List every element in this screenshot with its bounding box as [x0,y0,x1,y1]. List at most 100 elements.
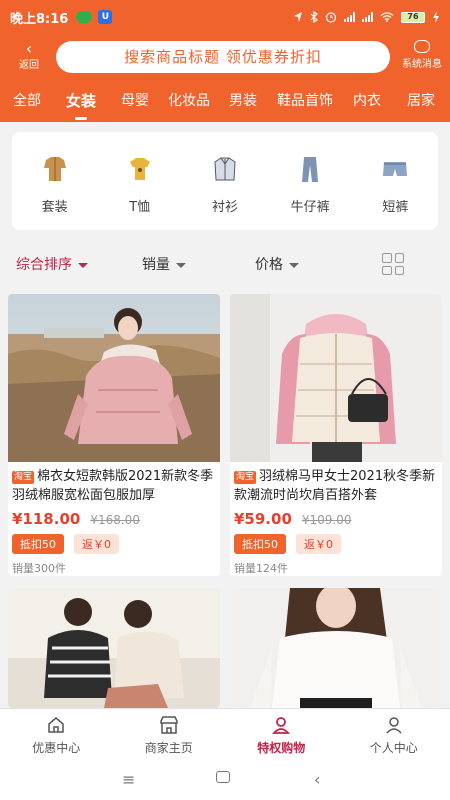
product-price: ¥59.00 [234,510,292,528]
back-button[interactable]: ‹ 返回 [14,39,44,72]
tab-shoes-jewelry[interactable]: 鞋品首饰 [270,90,340,122]
message-bubble-icon [414,40,430,53]
price-row: ¥59.00 ¥109.00 [230,508,442,528]
product-title-text: 棉衣女短款韩版2021新款冬季羽绒棉服宽松面包服加厚 [12,469,214,503]
tab-underwear[interactable]: 内衣 [340,90,394,122]
tab-home[interactable]: 居家 [394,90,448,122]
app-notification-icon: U [98,10,113,24]
product-image[interactable] [230,294,442,462]
subcategory-tshirt[interactable]: T恤 [105,154,175,230]
taobao-badge: 淘宝 [12,471,35,484]
subcategory-suit[interactable]: 套装 [20,154,90,230]
product-image[interactable] [8,294,220,462]
system-message-button[interactable]: 系统消息 [396,40,448,70]
subcategory-label: 衬衫 [211,200,238,215]
product-price: ¥118.00 [12,510,81,528]
alarm-icon [325,12,337,23]
product-photo-sweater [230,588,442,708]
tab-personal-center[interactable]: 个人中心 [338,709,450,762]
original-price: ¥168.00 [90,513,140,527]
shirt-icon [214,157,236,181]
product-photo-pajamas [8,588,220,708]
jeans-icon [302,157,319,182]
chevron-down-icon [78,262,88,268]
tab-cosmetics[interactable]: 化妆品 [162,90,216,122]
price-row: ¥118.00 ¥168.00 [8,508,220,528]
home-icon [48,717,64,733]
shorts-icon [383,162,408,176]
battery-icon: 76 [401,11,425,23]
tab-label: 优惠中心 [32,741,81,755]
tab-discount-center[interactable]: 优惠中心 [0,709,113,762]
chevron-left-icon: ‹ [25,39,33,58]
wechat-icon [76,11,93,23]
person-icon [386,717,402,734]
product-card[interactable]: 淘宝 棉衣女短款韩版2021新款冬季羽绒棉服宽松面包服加厚 ¥118.00 ¥16… [8,294,220,576]
charging-icon [433,11,439,23]
chevron-down-icon [176,262,186,268]
sort-sales-label: 销量 [142,257,170,273]
system-message-label: 系统消息 [402,59,442,70]
coupon-badge[interactable]: 抵扣50 [12,534,64,554]
back-arrow-icon[interactable]: ‹ [314,770,320,789]
product-title-text: 羽绒棉马甲女士2021秋冬季新款潮流时尚坎肩百搭外套 [234,469,436,503]
coupon-row: 抵扣50 返￥0 [230,528,442,554]
subcategory-jeans[interactable]: 牛仔裤 [275,154,345,230]
home-square-icon[interactable] [216,771,230,783]
coupon-row: 抵扣50 返￥0 [8,528,220,554]
tab-privilege-shopping[interactable]: 特权购物 [225,709,338,762]
bluetooth-icon [310,11,318,23]
product-photo-vest [230,294,442,462]
status-time: 晚上8:16 [10,11,69,27]
category-tabs: 全部 女装 母婴 化妆品 男装 鞋品首饰 内衣 居家 [0,90,450,122]
tab-merchant-home[interactable]: 商家主页 [113,709,226,762]
sort-sales[interactable]: 销量 [142,254,186,274]
coupon-badge[interactable]: 抵扣50 [234,534,286,554]
wifi-icon [380,12,394,22]
tab-label: 个人中心 [369,741,418,755]
tab-label: 特权购物 [257,741,306,755]
header: 晚上8:16 U 76 ‹ 返回 搜索商品标题 领优惠券折扣 系统消息 全部 女… [0,0,450,122]
status-bar: 晚上8:16 U 76 [0,0,450,34]
grid-view-icon[interactable] [382,253,404,275]
signal-icon [362,12,373,22]
top-bar: ‹ 返回 搜索商品标题 领优惠券折扣 系统消息 [0,38,450,80]
taobao-badge: 淘宝 [234,471,257,484]
store-icon [160,716,178,734]
back-label: 返回 [19,60,39,71]
system-nav-bar: ≡ ‹ [0,762,450,800]
sort-comprehensive-label: 综合排序 [16,257,72,273]
product-card[interactable] [230,588,442,708]
rebate-badge: 返￥0 [296,534,341,554]
signal-icon [344,12,355,22]
product-card[interactable]: 淘宝 羽绒棉马甲女士2021秋冬季新款潮流时尚坎肩百搭外套 ¥59.00 ¥109… [230,294,442,576]
subcategory-label: 牛仔裤 [290,200,330,215]
rebate-badge: 返￥0 [74,534,119,554]
sort-price[interactable]: 价格 [255,254,299,274]
user-icon [272,717,291,734]
subcategory-shorts[interactable]: 短裤 [360,154,430,230]
subcategory-label: 套装 [41,200,68,215]
subcategory-shirt[interactable]: 衬衫 [190,154,260,230]
tab-women[interactable]: 女装 [54,90,108,122]
sort-bar: 综合排序 销量 价格 [0,244,450,284]
status-icons: 76 [293,11,440,23]
bottom-tab-bar: 优惠中心 商家主页 特权购物 个人中心 [0,708,450,762]
tab-label: 商家主页 [144,741,193,755]
original-price: ¥109.00 [301,513,352,527]
product-photo-coat [8,294,220,462]
product-title[interactable]: 淘宝 棉衣女短款韩版2021新款冬季羽绒棉服宽松面包服加厚 [8,462,220,508]
product-card[interactable] [8,588,220,708]
product-title[interactable]: 淘宝 羽绒棉马甲女士2021秋冬季新款潮流时尚坎肩百搭外套 [230,462,442,508]
sort-comprehensive[interactable]: 综合排序 [16,254,88,274]
suit-icon [43,157,66,181]
sales-count: 销量124件 [234,562,288,575]
tab-baby[interactable]: 母婴 [108,90,162,122]
menu-icon[interactable]: ≡ [122,770,135,789]
chevron-down-icon [289,262,299,268]
subcategory-label: T恤 [129,200,151,215]
sort-price-label: 价格 [255,257,283,273]
tab-men[interactable]: 男装 [216,90,270,122]
search-input[interactable]: 搜索商品标题 领优惠券折扣 [56,41,390,73]
tab-all[interactable]: 全部 [0,90,54,122]
